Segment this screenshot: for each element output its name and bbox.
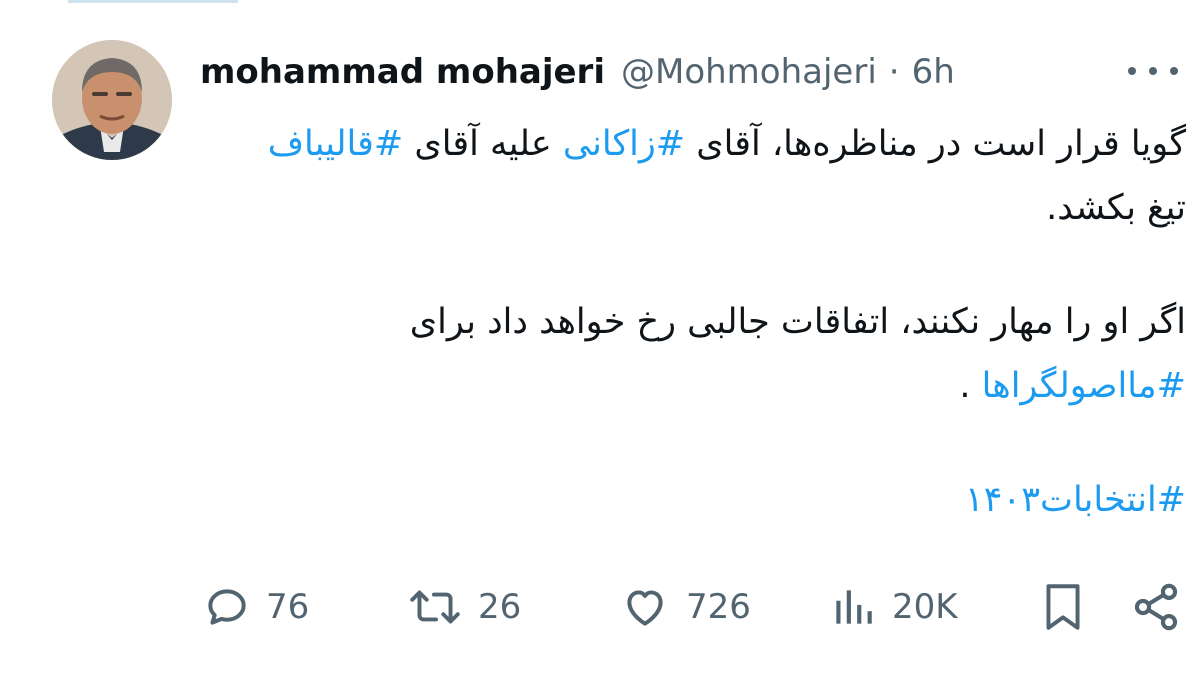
tweet-actions: 76 26 726 20K [0,572,1200,642]
tweet-line-3: اگر او را مهار نکنند، اتفاقات جالبی رخ خ… [409,302,1186,342]
bookmark-button[interactable] [1038,572,1088,642]
like-icon [627,590,663,626]
tweet-text: گویا قرار است در مناظره‌ها، آقای #زاکانی… [200,112,1186,532]
author-name[interactable]: mohammad mohajeri [200,52,605,92]
like-count: 726 [686,587,751,627]
author-handle[interactable]: @Mohmohajeri [621,52,877,92]
hashtag-link[interactable]: #مااصولگراها [982,366,1186,406]
avatar[interactable] [52,40,172,160]
retweet-icon [410,590,460,624]
share-icon [1134,583,1178,631]
top-divider [68,0,238,3]
more-icon[interactable] [1128,56,1178,86]
retweet-count: 26 [478,587,522,627]
tweet-line-2: تیغ بکشد. [1046,188,1186,228]
retweet-button[interactable]: 26 [406,572,521,642]
avatar-photo [52,40,172,160]
like-button[interactable]: 726 [618,572,751,642]
tweet-text-segment: علیه آقای [403,124,563,164]
hashtag-link[interactable]: #قالیباف [268,124,403,164]
views-icon [836,590,872,624]
tweet-time[interactable]: 6h [912,52,955,92]
tweet-text-segment: گویا قرار است در مناظره‌ها، آقای [685,124,1186,164]
meta-separator: · [888,52,900,92]
reply-icon [208,589,246,625]
views-button[interactable]: 20K [828,572,958,642]
tweet-text-segment: . [959,366,982,406]
tweet-header: mohammad mohajeri @Mohmohajeri · 6h [200,46,955,98]
hashtag-link[interactable]: #زاکانی [563,124,685,164]
tweet-line-5: #انتخابات۱۴۰۳ [200,468,1186,532]
hashtag-link[interactable]: #انتخابات۱۴۰۳ [965,480,1186,520]
tweet-line-4: #مااصولگراها . [200,354,1186,418]
reply-button[interactable]: 76 [202,572,309,642]
bookmark-icon [1046,584,1080,630]
share-button[interactable] [1130,572,1182,642]
tweet-line-1: گویا قرار است در مناظره‌ها، آقای #زاکانی… [200,112,1186,176]
reply-count: 76 [266,587,310,627]
view-count: 20K [892,587,958,627]
